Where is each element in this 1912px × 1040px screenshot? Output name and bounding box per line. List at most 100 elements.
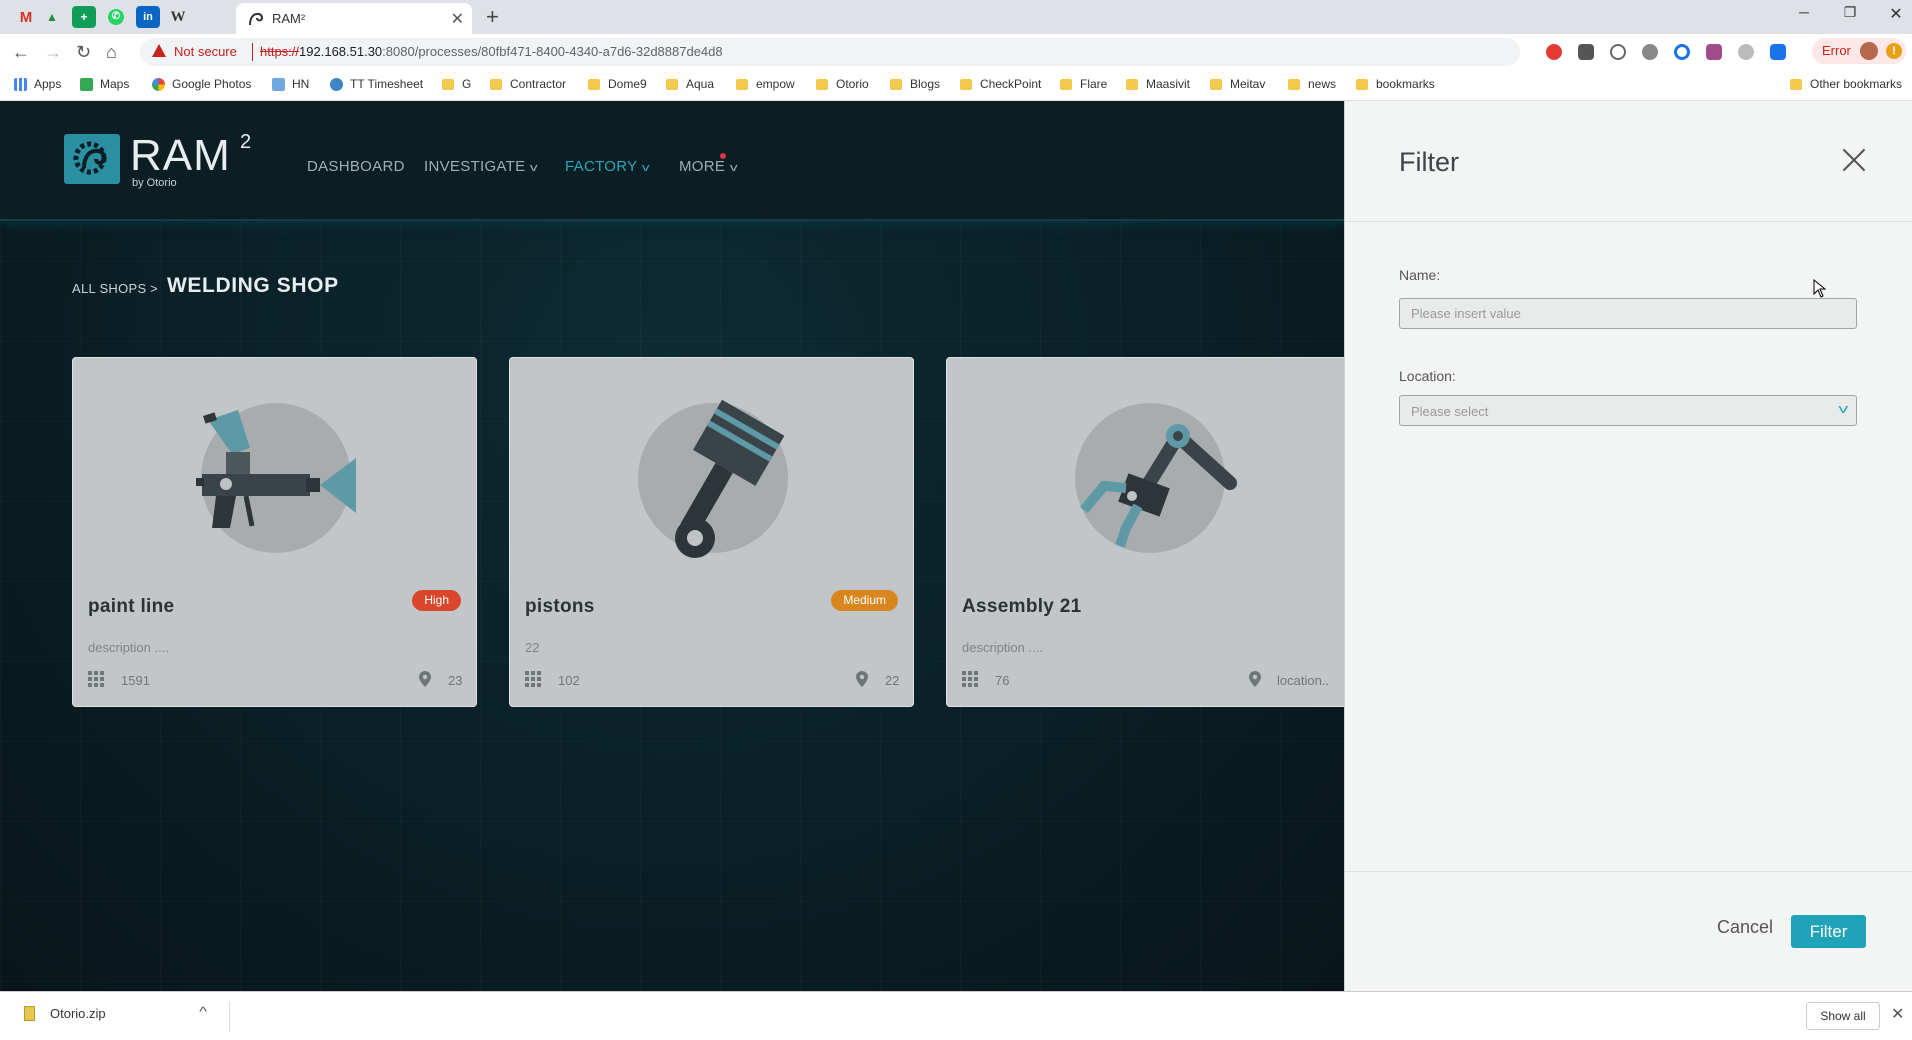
- assets-grid-icon: [962, 671, 978, 687]
- extension-icon[interactable]: [1578, 44, 1594, 60]
- location-select[interactable]: Please select v: [1399, 395, 1857, 426]
- filter-panel: Filter Name: Location: Please select v C…: [1344, 101, 1912, 991]
- page-title: WELDING SHOP: [167, 274, 339, 297]
- profile-error-button[interactable]: Error !: [1812, 38, 1906, 64]
- name-input[interactable]: [1399, 298, 1857, 329]
- ram-favicon-icon: [249, 12, 264, 26]
- cloud-extension-icon[interactable]: [1738, 44, 1754, 60]
- bookmark-folder[interactable]: Flare: [1060, 77, 1107, 91]
- bookmarks-bar: Apps Maps Google Photos HN TT Timesheet …: [0, 70, 1912, 101]
- nav-investigate[interactable]: INVESTIGATE v: [424, 158, 538, 175]
- bookmark-folder[interactable]: G: [442, 77, 471, 91]
- forward-icon[interactable]: →: [44, 42, 62, 63]
- folder-icon: [1790, 78, 1802, 90]
- nav-dashboard[interactable]: DASHBOARD: [307, 158, 405, 175]
- bookmark-apps[interactable]: Apps: [14, 77, 61, 91]
- nav-more[interactable]: MORE v: [679, 158, 739, 175]
- minimize-icon[interactable]: ─: [1784, 4, 1824, 20]
- chevron-down-icon: v: [730, 162, 739, 174]
- extension-icon[interactable]: [1642, 44, 1658, 60]
- chat-extension-icon[interactable]: [1770, 44, 1786, 60]
- bookmark-hn[interactable]: HN: [272, 77, 309, 91]
- whatsapp-icon[interactable]: ✆: [104, 6, 128, 28]
- download-item[interactable]: Otorio.zip ^: [20, 1002, 230, 1032]
- bookmark-folder[interactable]: CheckPoint: [960, 77, 1041, 91]
- address-bar[interactable]: Not secure https://192.168.51.30:8080/pr…: [140, 38, 1656, 66]
- bookmark-folder[interactable]: bookmarks: [1356, 77, 1435, 91]
- extension-icon[interactable]: [1610, 44, 1626, 60]
- close-tab-icon[interactable]: ✕: [451, 9, 464, 29]
- timesheet-icon: [330, 77, 343, 91]
- chevron-up-icon[interactable]: ^: [199, 1004, 207, 1019]
- location-label: Location:: [1399, 368, 1456, 384]
- tab-ram[interactable]: RAM² ✕: [236, 3, 472, 34]
- bookmark-folder[interactable]: Otorio: [816, 77, 869, 91]
- process-card-assembly-21[interactable]: Assembly 21 description .... 76 location…: [946, 357, 1344, 707]
- url-text[interactable]: https://192.168.51.30:8080/processes/80f…: [260, 44, 723, 59]
- filter-submit-button[interactable]: Filter: [1791, 915, 1866, 948]
- bookmark-folder[interactable]: Contractor: [490, 77, 566, 91]
- breadcrumb-all-shops[interactable]: ALL SHOPS: [72, 281, 146, 296]
- back-icon[interactable]: ←: [12, 42, 30, 63]
- bookmark-folder[interactable]: Meitav: [1210, 77, 1265, 91]
- logo-byline: by Otorio: [132, 177, 177, 189]
- bookmark-folder[interactable]: Aqua: [666, 77, 714, 91]
- close-icon[interactable]: [1839, 145, 1869, 175]
- gmail-icon[interactable]: M: [14, 6, 38, 28]
- divider: [1345, 871, 1912, 872]
- divider: [1345, 221, 1912, 222]
- opera-extension-icon[interactable]: [1546, 44, 1562, 60]
- card-description: 22: [525, 640, 540, 655]
- drive-icon[interactable]: ▲: [40, 6, 64, 28]
- folder-icon: [1356, 78, 1368, 90]
- security-status[interactable]: Not secure: [174, 44, 237, 59]
- folder-icon: [736, 78, 748, 90]
- tab-title: RAM²: [272, 11, 306, 26]
- window-close-icon[interactable]: ✕: [1876, 4, 1912, 24]
- ram-logo-icon[interactable]: [64, 134, 120, 184]
- apps-grid-icon: [14, 77, 27, 91]
- wikipedia-icon[interactable]: W: [166, 6, 190, 28]
- folder-icon: [816, 78, 828, 90]
- home-icon[interactable]: ⌂: [106, 42, 117, 63]
- bookmark-google-photos[interactable]: Google Photos: [152, 77, 251, 91]
- bookmark-folder[interactable]: empow: [736, 77, 795, 91]
- restore-icon[interactable]: ❐: [1830, 4, 1870, 21]
- error-label: Error: [1822, 43, 1851, 58]
- bookmark-tt-timesheet[interactable]: TT Timesheet: [330, 77, 423, 91]
- assets-grid-icon: [525, 671, 541, 687]
- process-card-pistons[interactable]: pistons Medium 22 102 22: [509, 357, 914, 707]
- logo-text: RAM: [130, 131, 231, 180]
- location-value: 22: [885, 673, 900, 688]
- new-tab-button[interactable]: +: [486, 4, 499, 30]
- warning-icon: [152, 44, 166, 57]
- bookmark-folder[interactable]: Blogs: [890, 77, 940, 91]
- show-all-button[interactable]: Show all: [1806, 1002, 1880, 1030]
- folder-icon: [588, 78, 600, 90]
- process-card-paint-line[interactable]: paint line High description .... 1591 23: [72, 357, 477, 707]
- risk-badge: High: [412, 590, 461, 611]
- bookmark-folder[interactable]: news: [1288, 77, 1336, 91]
- location-select-placeholder: Please select: [1411, 404, 1489, 419]
- extension-icon[interactable]: [1674, 44, 1690, 60]
- robot-arm-icon: [1080, 424, 1237, 548]
- close-icon[interactable]: ✕: [1891, 1004, 1904, 1024]
- asset-count: 76: [995, 673, 1010, 688]
- bookmark-folder[interactable]: Maasivit: [1126, 77, 1190, 91]
- linkedin-icon[interactable]: in: [136, 6, 160, 28]
- reload-icon[interactable]: ↻: [76, 42, 91, 63]
- bookmark-folder[interactable]: Dome9: [588, 77, 647, 91]
- assets-grid-icon: [88, 671, 104, 687]
- menu-alert-icon[interactable]: !: [1886, 43, 1902, 59]
- location-pin-icon: [1249, 671, 1261, 687]
- other-bookmarks[interactable]: Other bookmarks: [1790, 77, 1902, 91]
- card-name: Assembly 21: [962, 596, 1082, 617]
- nav-factory[interactable]: FACTORY v: [565, 158, 651, 175]
- sheets-icon[interactable]: +: [72, 6, 96, 28]
- app-header: RAM 2 by Otorio DASHBOARD INVESTIGATE v F…: [0, 101, 1344, 221]
- chevron-down-icon: v: [642, 162, 651, 174]
- extension-icon[interactable]: [1706, 44, 1722, 60]
- cancel-button[interactable]: Cancel: [1717, 917, 1773, 938]
- chevron-down-icon: v: [1837, 401, 1848, 416]
- bookmark-maps[interactable]: Maps: [80, 77, 129, 91]
